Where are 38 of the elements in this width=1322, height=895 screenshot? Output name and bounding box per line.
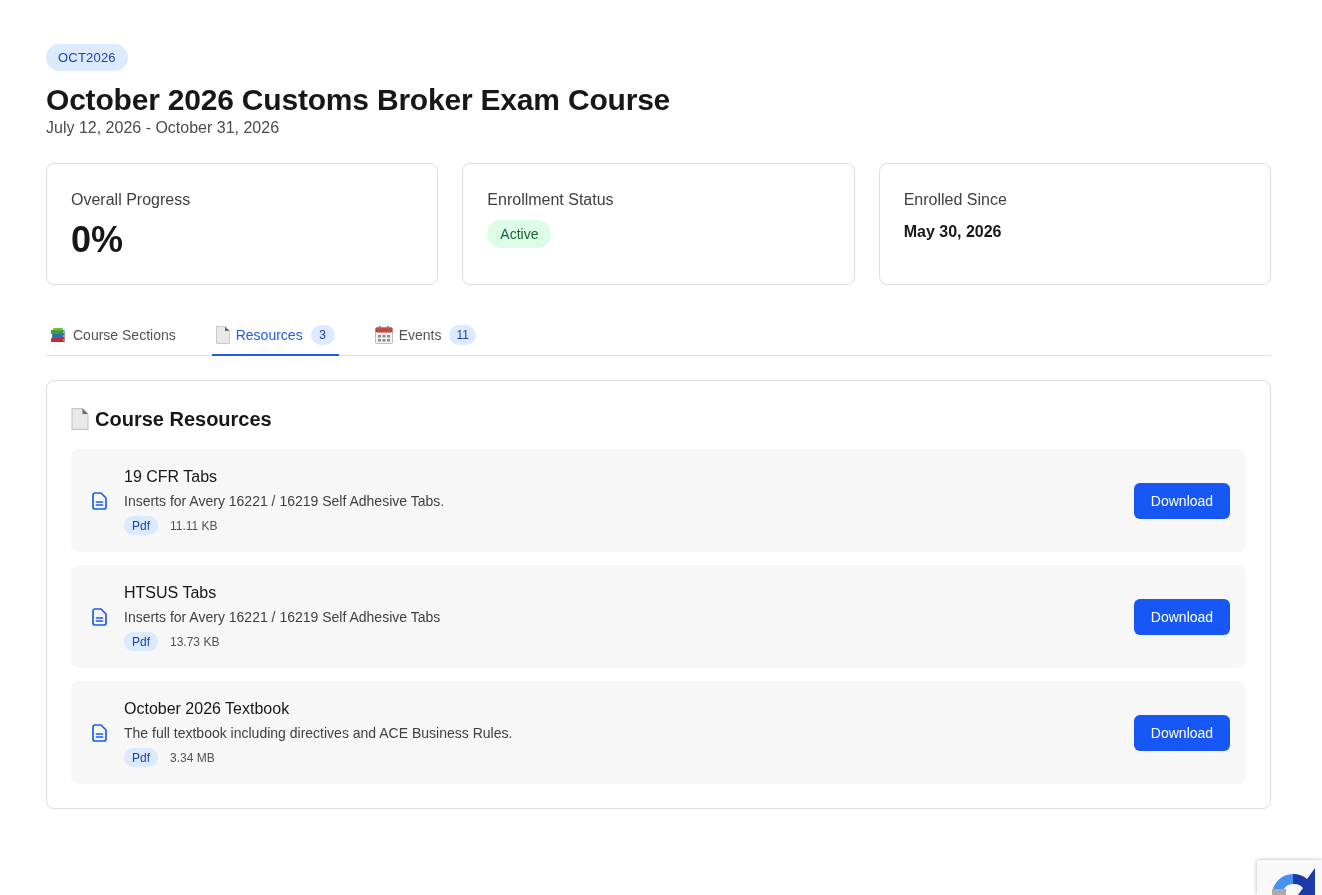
tab[interactable]: Events 11 [370, 315, 480, 356]
file-icon [92, 491, 107, 510]
course-code-badge: OCT2026 [46, 44, 128, 71]
file-size: 11.11 KB [170, 518, 218, 533]
file-size: 13.73 KB [170, 634, 220, 649]
file-size: 3.34 MB [170, 750, 215, 765]
books-icon [50, 326, 67, 343]
download-button[interactable]: Download [1134, 714, 1230, 751]
download-button[interactable]: Download [1134, 598, 1230, 635]
count-badge: 11 [449, 324, 476, 345]
file-type-badge: Pdf [124, 632, 158, 651]
resource-description: Inserts for Avery 16221 / 16219 Self Adhesive Tabs [124, 608, 441, 627]
stat-label: Overall Progress [71, 190, 191, 210]
file-type-badge: Pdf [124, 516, 158, 535]
tab[interactable]: Course Sections [46, 315, 180, 356]
stat-label: Enrollment Status [487, 190, 614, 210]
document-icon [71, 408, 89, 430]
resource-description: The full textbook including directives and ACE Business Rules. [124, 724, 513, 743]
course-title: October 2026 Customs Broker Exam Course [46, 82, 671, 117]
download-button[interactable]: Download [1134, 482, 1230, 519]
count-badge: 3 [310, 324, 335, 345]
stat-value: May 30, 2026 [903, 222, 1002, 242]
file-icon [92, 607, 107, 626]
document-icon [215, 325, 230, 344]
circular-arrows-icon [1272, 868, 1315, 895]
resource-title: 19 CFR Tabs [124, 467, 218, 487]
resource-title: HTSUS Tabs [124, 583, 217, 603]
file-type-badge: Pdf [124, 748, 158, 767]
file-icon [92, 723, 107, 742]
calendar-icon [374, 325, 393, 344]
stat-label: Enrolled Since [903, 190, 1007, 210]
resource-title: October 2026 Textbook [124, 699, 290, 719]
stat-value: 0% [71, 220, 124, 260]
resource-description: Inserts for Avery 16221 / 16219 Self Adhesive Tabs. [124, 492, 445, 511]
panel-heading: Course Resources [95, 407, 272, 432]
tab[interactable]: Resources 3 [211, 315, 339, 356]
status-badge: Active [487, 220, 552, 248]
course-dates: July 12, 2026 - October 31, 2026 [46, 118, 280, 138]
